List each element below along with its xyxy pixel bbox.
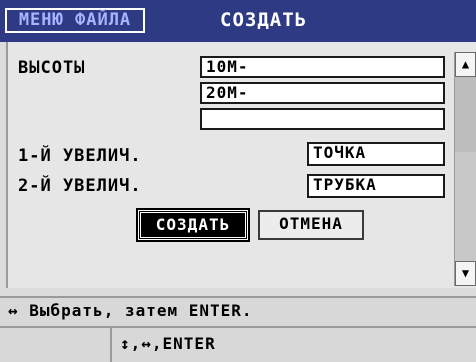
window-title: СОЗДАТЬ bbox=[220, 9, 308, 31]
gain2-field[interactable]: ТРУБКА bbox=[307, 174, 445, 198]
height-field-1[interactable]: 10M- bbox=[200, 56, 445, 78]
scroll-down-button[interactable]: ▼ bbox=[455, 261, 476, 286]
height-field-3[interactable] bbox=[200, 108, 445, 130]
hint-bar: ↕,↔,ENTER bbox=[0, 326, 476, 362]
key-hint: ↕,↔,ENTER bbox=[110, 328, 476, 362]
title-bar: МЕНЮ ФАЙЛА СОЗДАТЬ bbox=[0, 0, 476, 42]
scroll-thumb[interactable] bbox=[455, 77, 476, 152]
create-button[interactable]: СОЗДАТЬ bbox=[136, 208, 250, 242]
file-menu-tab[interactable]: МЕНЮ ФАЙЛА bbox=[5, 8, 145, 33]
gain1-label: 1-Й УВЕЛИЧ. bbox=[18, 146, 142, 166]
cancel-button[interactable]: ОТМЕНА bbox=[258, 210, 364, 240]
create-panel: ВЫСОТЫ 10M- 20M- 1-Й УВЕЛИЧ. ТОЧКА 2-Й У… bbox=[6, 42, 476, 288]
vertical-scrollbar[interactable]: ▲ ▼ bbox=[454, 52, 476, 286]
arrow-down-icon: ▼ bbox=[461, 266, 470, 280]
gain1-field[interactable]: ТОЧКА bbox=[307, 142, 445, 166]
height-field-2[interactable]: 20M- bbox=[200, 82, 445, 104]
status-message: ↔ Выбрать, затем ENTER. bbox=[0, 296, 476, 326]
gain2-label: 2-Й УВЕЛИЧ. bbox=[18, 176, 142, 196]
heights-label: ВЫСОТЫ bbox=[18, 58, 86, 78]
arrow-up-icon: ▲ bbox=[461, 57, 470, 71]
scroll-up-button[interactable]: ▲ bbox=[455, 52, 476, 77]
